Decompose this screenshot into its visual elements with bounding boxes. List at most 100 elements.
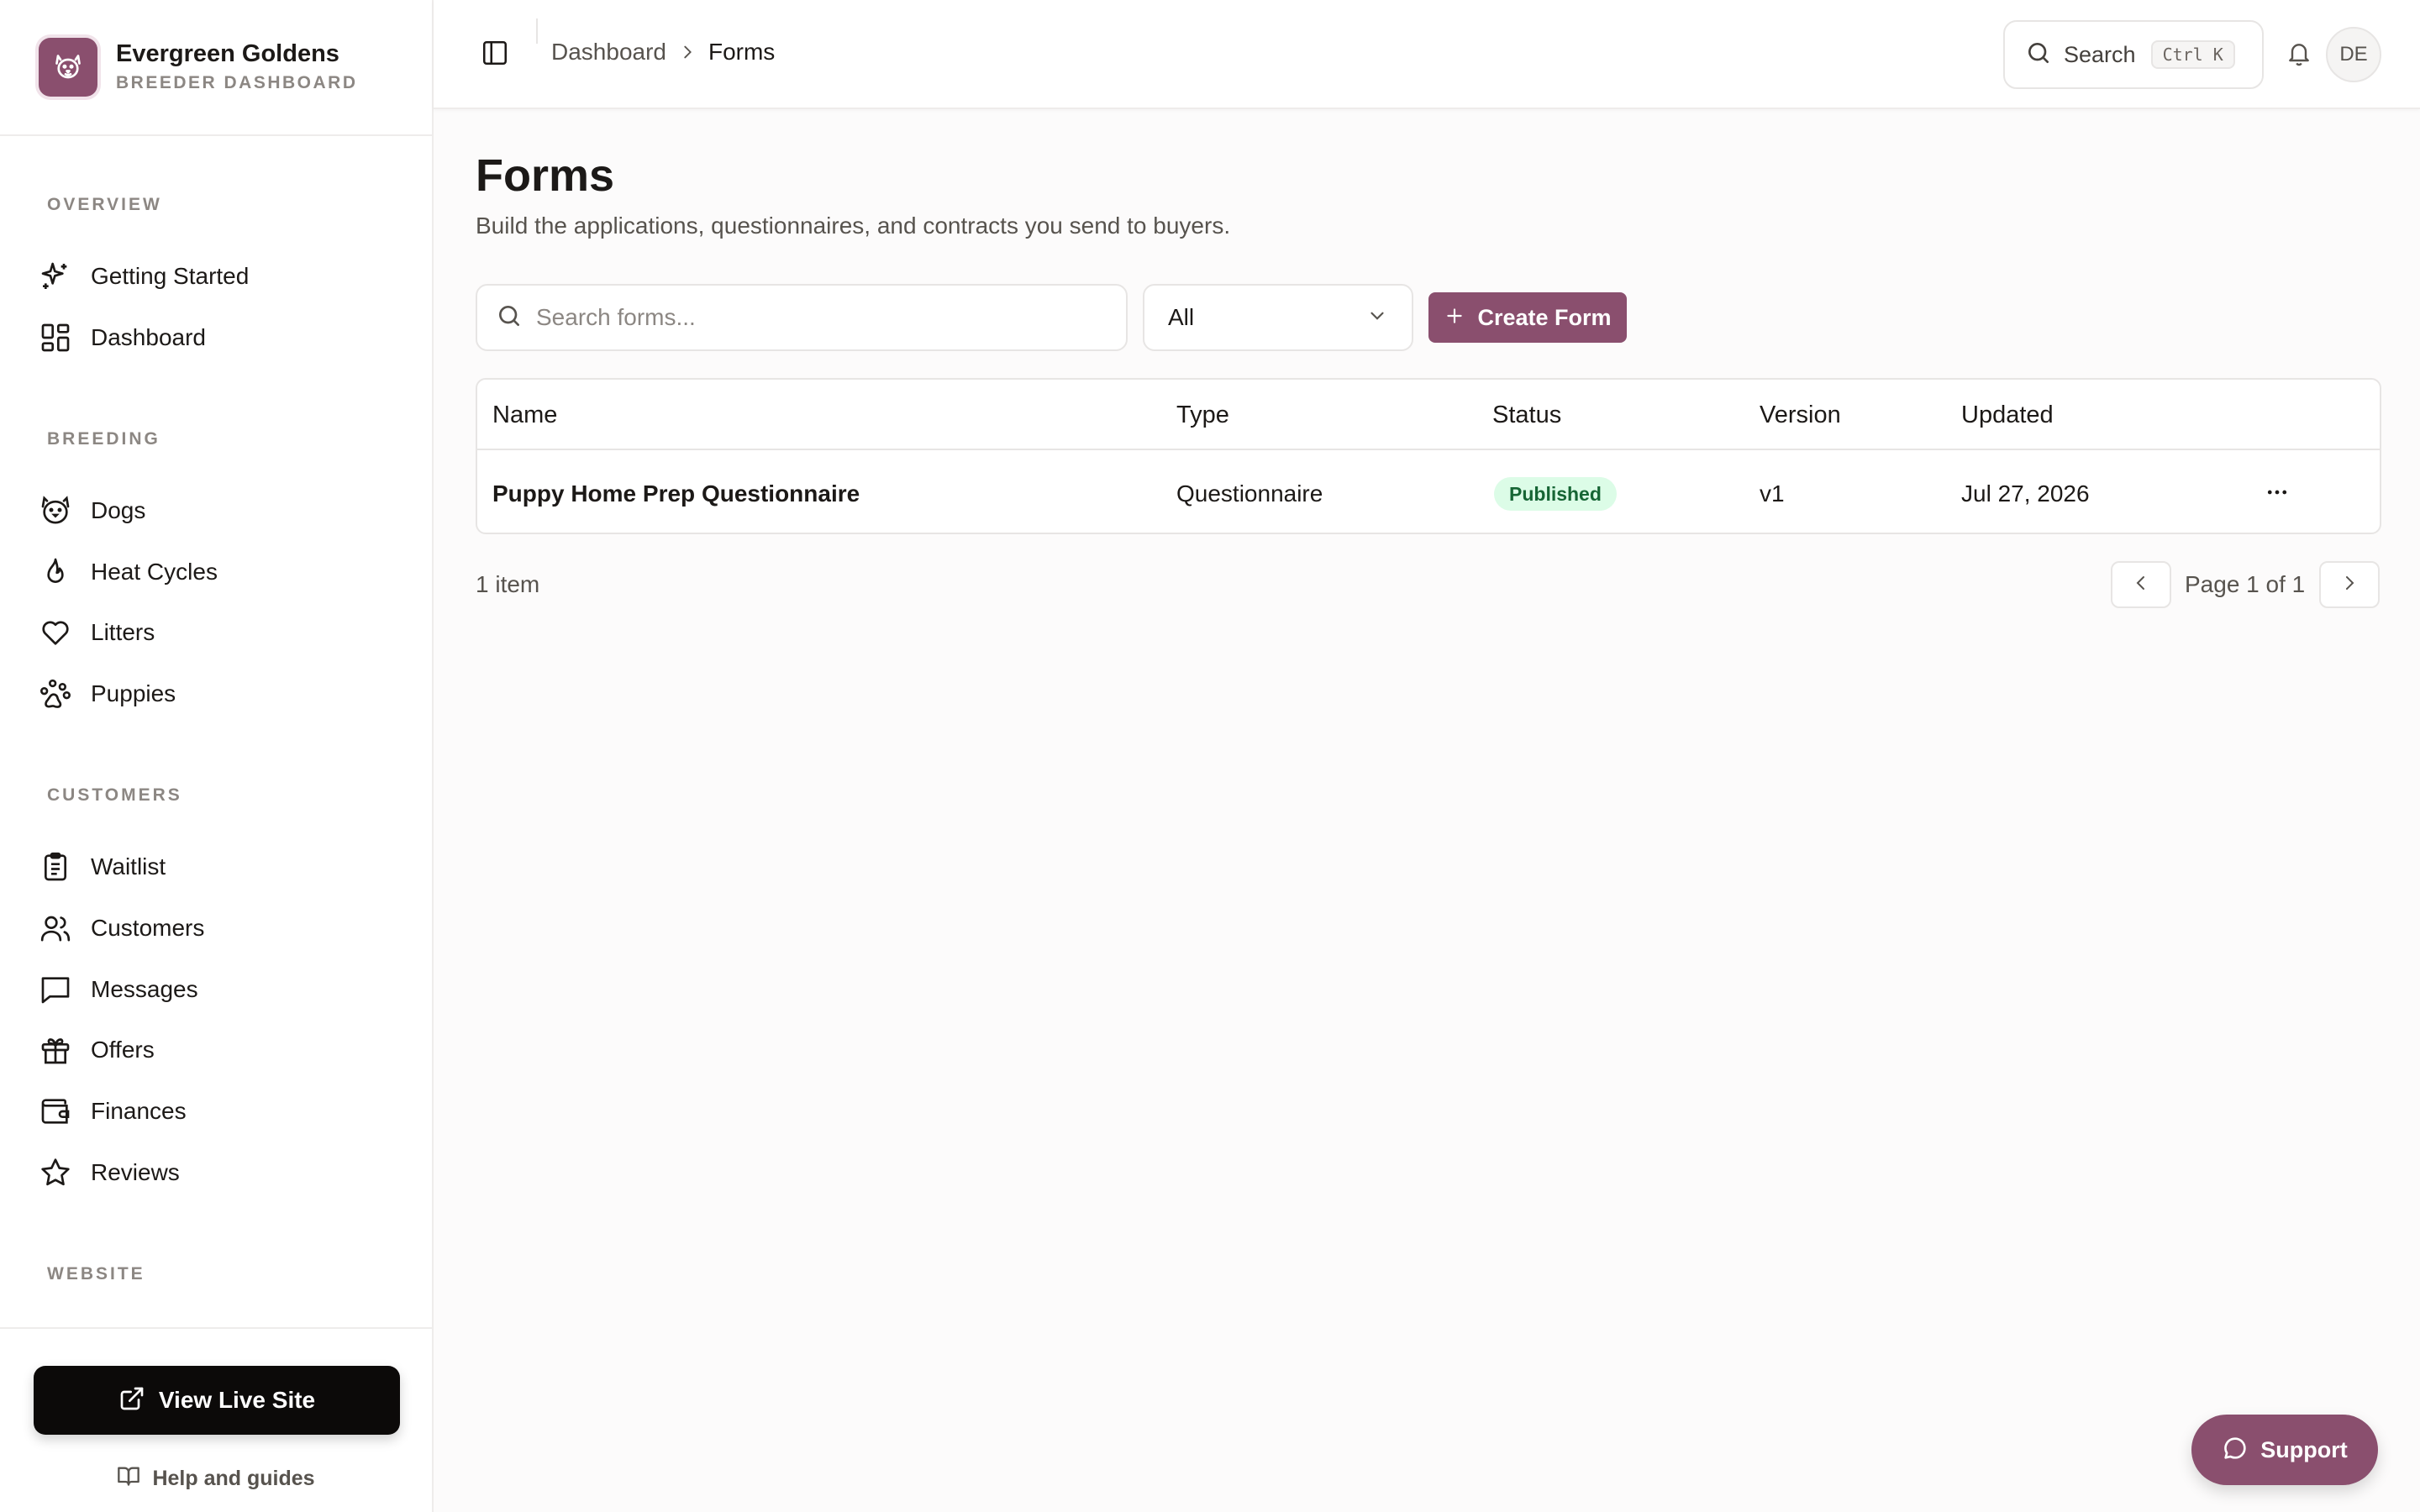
brand-name: Evergreen Goldens (116, 40, 339, 67)
sidebar-item-label: Dashboard (91, 324, 206, 350)
heart-icon (37, 614, 74, 651)
breadcrumb: Dashboard Forms (551, 39, 775, 66)
sidebar-item-reviews[interactable]: Reviews (25, 1146, 408, 1200)
sidebar-item-puppies[interactable]: Puppies (25, 667, 408, 721)
page-title: Forms (476, 150, 615, 201)
section-label-website: WEBSITE (47, 1264, 145, 1284)
wallet-icon (37, 1093, 74, 1130)
row-actions-button[interactable] (2257, 475, 2297, 512)
app-root: Evergreen Goldens BREEDER DASHBOARD OVER… (0, 0, 2420, 1512)
bell-icon (2286, 40, 2312, 71)
search-label: Search (2064, 41, 2136, 67)
column-header-status[interactable]: Status (1492, 402, 1561, 429)
brand-header[interactable]: Evergreen Goldens BREEDER DASHBOARD (0, 0, 432, 136)
help-and-guides-link[interactable]: Help and guides (0, 1462, 432, 1495)
previous-page-button[interactable] (2111, 561, 2171, 608)
sidebar-item-heat-cycles[interactable]: Heat Cycles (25, 545, 408, 599)
brand-subtitle: BREEDER DASHBOARD (116, 73, 358, 92)
dog-icon (37, 492, 74, 529)
form-updated-cell: Jul 27, 2026 (1961, 480, 2090, 507)
breadcrumb-dashboard[interactable]: Dashboard (551, 39, 666, 66)
support-button[interactable]: Support (2191, 1415, 2378, 1485)
dog-face-icon (39, 38, 97, 97)
create-form-button[interactable]: Create Form (1428, 292, 1627, 343)
section-label-breeding: BREEDING (47, 429, 160, 449)
header-divider (536, 18, 538, 44)
chevron-right-icon (678, 43, 697, 61)
type-filter-value: All (1168, 304, 1195, 330)
notifications-button[interactable] (2281, 37, 2317, 74)
next-page-button[interactable] (2319, 561, 2380, 608)
sidebar-toggle-button[interactable] (474, 34, 516, 76)
column-header-updated[interactable]: Updated (1961, 402, 2054, 429)
form-type-cell: Questionnaire (1176, 480, 1323, 507)
chevron-right-icon (2339, 573, 2360, 597)
paw-icon (37, 675, 74, 712)
sidebar-item-label: Waitlist (91, 853, 166, 879)
sidebar-item-customers[interactable]: Customers (25, 901, 408, 955)
type-filter-select[interactable]: All (1143, 284, 1413, 351)
form-name-cell[interactable]: Puppy Home Prep Questionnaire (492, 480, 860, 507)
search-input[interactable] (536, 304, 1107, 331)
sidebar-item-messages[interactable]: Messages (25, 963, 408, 1016)
section-label-overview: OVERVIEW (47, 195, 162, 214)
sidebar-item-label: Litters (91, 619, 155, 645)
sidebar-item-label: Finances (91, 1098, 187, 1124)
page-indicator: Page 1 of 1 (2185, 571, 2306, 597)
star-icon (37, 1154, 74, 1191)
global-search-button[interactable]: Search Ctrl K (2003, 20, 2264, 89)
flame-icon (37, 554, 74, 591)
create-form-label: Create Form (1477, 304, 1612, 330)
layout-grid-icon (37, 319, 74, 356)
column-header-version[interactable]: Version (1760, 402, 1841, 429)
sidebar-item-waitlist[interactable]: Waitlist (25, 840, 408, 894)
sidebar-item-label: Messages (91, 976, 198, 1002)
sidebar-footer: View Live Site Help and guides (0, 1327, 432, 1512)
view-live-site-button[interactable]: View Live Site (34, 1366, 400, 1435)
form-version-cell: v1 (1760, 480, 1785, 507)
search-icon (496, 302, 523, 333)
item-count: 1 item (476, 571, 540, 597)
help-and-guides-label: Help and guides (152, 1466, 315, 1490)
forms-search-field[interactable] (476, 284, 1128, 351)
forms-table: Name Type Status Version Updated Puppy H… (476, 378, 2381, 534)
status-badge: Published (1494, 477, 1617, 511)
message-square-icon (37, 971, 74, 1008)
sidebar-item-label: Getting Started (91, 263, 250, 289)
book-open-icon (117, 1464, 140, 1494)
breadcrumb-current: Forms (708, 39, 776, 65)
external-link-icon (118, 1385, 145, 1416)
sidebar-item-litters[interactable]: Litters (25, 606, 408, 659)
view-live-site-label: View Live Site (158, 1387, 316, 1413)
sidebar-item-label: Customers (91, 915, 205, 941)
sidebar-item-label: Heat Cycles (91, 559, 218, 585)
chevron-down-icon (1366, 305, 1388, 331)
section-label-customers: CUSTOMERS (47, 785, 182, 805)
search-icon (2025, 39, 2052, 71)
sidebar-item-label: Offers (91, 1037, 155, 1063)
sidebar-item-label: Reviews (91, 1159, 180, 1185)
clipboard-list-icon (37, 848, 74, 885)
column-header-name[interactable]: Name (492, 402, 557, 429)
sidebar-item-offers[interactable]: Offers (25, 1023, 408, 1077)
panel-left-icon (481, 39, 509, 71)
table-row[interactable]: Puppy Home Prep Questionnaire Questionna… (477, 452, 2380, 533)
sparkles-icon (37, 258, 74, 295)
sidebar-item-dashboard[interactable]: Dashboard (25, 311, 408, 365)
sidebar-item-dogs[interactable]: Dogs (25, 484, 408, 538)
page-subtitle: Build the applications, questionnaires, … (476, 213, 1231, 239)
table-header: Name Type Status Version Updated (477, 380, 2380, 450)
avatar[interactable]: DE (2326, 27, 2381, 82)
sidebar-item-finances[interactable]: Finances (25, 1084, 408, 1138)
sidebar-item-label: Dogs (91, 497, 146, 523)
sidebar: Evergreen Goldens BREEDER DASHBOARD OVER… (0, 0, 434, 1512)
gift-icon (37, 1032, 74, 1068)
sidebar-item-label: Puppies (91, 680, 176, 706)
users-icon (37, 910, 74, 947)
column-header-type[interactable]: Type (1176, 402, 1229, 429)
top-bar: Dashboard Forms Search Ctrl K DE (434, 0, 2420, 109)
search-shortcut: Ctrl K (2150, 40, 2235, 69)
sidebar-item-getting-started[interactable]: Getting Started (25, 249, 408, 303)
support-label: Support (2260, 1436, 2348, 1462)
chevron-left-icon (2131, 573, 2151, 597)
